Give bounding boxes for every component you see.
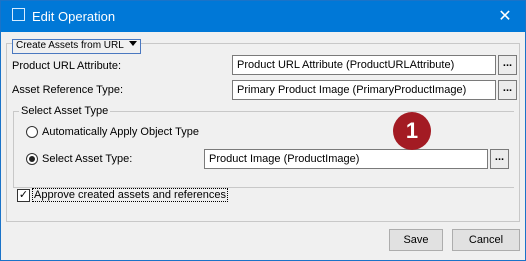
cancel-button[interactable]: Cancel xyxy=(452,229,520,251)
approve-label-wrap[interactable]: Approve created assets and references xyxy=(32,188,229,202)
close-button[interactable]: ✕ xyxy=(485,1,525,32)
product-url-field[interactable]: Product URL Attribute (ProductURLAttribu… xyxy=(232,55,496,75)
save-button[interactable]: Save xyxy=(389,229,443,251)
product-url-label: Product URL Attribute: xyxy=(12,60,122,72)
auto-apply-label[interactable]: Automatically Apply Object Type xyxy=(42,126,199,138)
asset-type-field[interactable]: Product Image (ProductImage) xyxy=(204,149,488,169)
asset-type-browse-button[interactable]: ... xyxy=(490,149,509,169)
dialog-title: Edit Operation xyxy=(32,9,116,24)
chevron-down-icon xyxy=(128,41,137,46)
select-asset-type-title: Select Asset Type xyxy=(19,105,111,117)
radio-selected-dot xyxy=(29,156,35,162)
window-icon xyxy=(12,8,25,21)
asset-reference-field[interactable]: Primary Product Image (PrimaryProductIma… xyxy=(232,80,496,100)
select-asset-type-radio[interactable] xyxy=(26,153,38,165)
approve-checkbox[interactable]: ✓ xyxy=(17,189,30,202)
operation-type-dropdown[interactable]: Create Assets from URL xyxy=(12,39,141,54)
callout-badge: 1 xyxy=(393,112,431,150)
select-asset-type-label[interactable]: Select Asset Type: xyxy=(42,153,132,165)
title-bar[interactable]: Edit Operation ✕ xyxy=(1,1,525,32)
auto-apply-radio[interactable] xyxy=(26,126,38,138)
approve-label: Approve created assets and references xyxy=(32,188,229,202)
asset-reference-label: Asset Reference Type: xyxy=(12,84,124,96)
operation-type-selected: Create Assets from URL xyxy=(16,40,124,51)
dialog-body: Create Assets from URL Product URL Attri… xyxy=(1,32,525,260)
asset-reference-browse-button[interactable]: ... xyxy=(498,80,517,100)
product-url-browse-button[interactable]: ... xyxy=(498,55,517,75)
dialog-window: Edit Operation ✕ Create Assets from URL … xyxy=(0,0,526,261)
